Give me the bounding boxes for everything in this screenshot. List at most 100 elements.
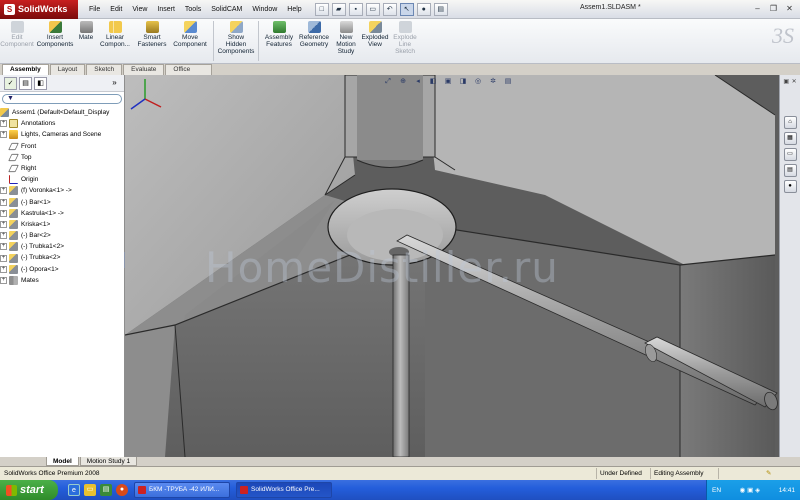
system-tray: EN ◉ ▣ ◈ 14:41 (706, 480, 800, 500)
undo-icon[interactable]: ↶ (382, 2, 397, 16)
tree-item-right-plane[interactable]: Right (0, 163, 124, 174)
hide-show-icon[interactable]: ◎ (472, 77, 484, 87)
task-pane-close-icon[interactable]: ✕ (792, 78, 797, 85)
tree-item-opora[interactable]: + (-) Opora<1> (0, 264, 124, 275)
save-icon[interactable]: ▪ (348, 2, 363, 16)
expand-icon[interactable]: + (0, 243, 7, 251)
tray-icons[interactable]: ◉ ▣ ◈ (740, 486, 760, 494)
tree-item-origin[interactable]: Origin (0, 174, 124, 185)
tab-sketch[interactable]: Sketch (86, 64, 123, 75)
start-button[interactable]: start (0, 480, 58, 500)
view-palette-icon[interactable]: ▤ (783, 164, 797, 177)
menu-insert[interactable]: Insert (152, 6, 180, 13)
appearance-icon[interactable]: ✲ (487, 77, 499, 87)
property-manager-tab-icon[interactable]: ▤ (19, 76, 32, 90)
tab-motion-study[interactable]: Motion Study 1 (79, 457, 138, 466)
tree-item-bar-1[interactable]: + (-) Bar<1> (0, 197, 124, 208)
tab-office-products[interactable]: Office Products (165, 64, 212, 83)
expand-icon[interactable]: + (0, 220, 7, 228)
expand-icon[interactable]: + (0, 187, 7, 195)
tab-evaluate[interactable]: Evaluate (123, 64, 165, 75)
solidworks-resources-icon[interactable]: ⌂ (783, 116, 797, 129)
part-icon (9, 186, 18, 196)
graphics-viewport[interactable]: HomeDistiller.ru ⤢ ⊕ ◂ ◧ ▣ ◨ ◎ ✲ ▤ ▣ ✕ ⌂… (125, 75, 800, 457)
smart-fasteners-button[interactable]: Smart Fasteners (134, 19, 170, 48)
show-hidden-components-button[interactable]: Show Hidden Components (217, 19, 255, 55)
tree-item-mates[interactable]: + Mates (0, 275, 124, 286)
media-icon[interactable]: ● (116, 484, 128, 496)
restore-icon[interactable]: ❐ (767, 3, 780, 15)
menu-view[interactable]: View (127, 6, 152, 13)
taskbar-button-bkm[interactable]: БКМ -ТРУБА -42 ИЛИ... (134, 482, 230, 498)
tab-model[interactable]: Model (46, 457, 79, 466)
new-document-icon[interactable]: □ (314, 2, 329, 16)
folder-icon[interactable]: ▭ (84, 484, 96, 496)
desktop-icon[interactable]: ▤ (100, 484, 112, 496)
new-motion-study-button[interactable]: New Motion Study (332, 19, 360, 55)
previous-view-icon[interactable]: ◂ (412, 77, 424, 87)
expand-icon[interactable]: + (0, 209, 7, 217)
explode-line-sketch-button[interactable]: Explode Line Sketch (390, 19, 420, 55)
assembly-features-button[interactable]: Assembly Features (262, 19, 296, 48)
tab-assembly[interactable]: Assembly (2, 64, 49, 75)
edit-component-button[interactable]: Edit Component (0, 19, 34, 48)
menu-solidcam[interactable]: SolidCAM (206, 6, 247, 13)
tree-item-trubka1[interactable]: + (-) Trubka1<2> (0, 241, 124, 252)
expand-icon[interactable]: + (0, 131, 7, 139)
expand-panel-icon[interactable]: » (108, 77, 121, 90)
move-component-button[interactable]: Move Component (170, 19, 210, 48)
reference-geometry-button[interactable]: Reference Geometry (296, 19, 332, 48)
tree-item-bar-2[interactable]: + (-) Bar<2> (0, 230, 124, 241)
print-icon[interactable]: ▭ (365, 2, 380, 16)
options-icon[interactable]: ▤ (433, 2, 448, 16)
tree-item-kriska[interactable]: + Kriska<1> (0, 219, 124, 230)
close-icon[interactable]: ✕ (783, 3, 796, 15)
rebuild-icon[interactable]: ● (416, 2, 431, 16)
rebuild-status-icon[interactable]: ✎ (766, 467, 771, 480)
menu-help[interactable]: Help (282, 6, 306, 13)
exploded-view-button[interactable]: Exploded View (360, 19, 390, 48)
zoom-to-fit-icon[interactable]: ⤢ (382, 77, 394, 87)
menu-edit[interactable]: Edit (105, 6, 127, 13)
scene-icon[interactable]: ▤ (502, 77, 514, 87)
tab-layout[interactable]: Layout (49, 64, 86, 75)
menu-window[interactable]: Window (247, 6, 282, 13)
insert-components-button[interactable]: Insert Components (34, 19, 76, 48)
display-style-icon[interactable]: ◨ (457, 77, 469, 87)
open-icon[interactable]: ▰ (331, 2, 346, 16)
expand-icon[interactable]: + (0, 120, 7, 128)
expand-icon[interactable]: + (0, 265, 7, 273)
linear-component-pattern-button[interactable]: Linear Compon... (96, 19, 134, 48)
menu-file[interactable]: File (84, 6, 105, 13)
tree-item-annotations[interactable]: + Annotations (0, 118, 124, 129)
expand-icon[interactable]: + (0, 254, 7, 262)
pin-icon[interactable]: ▣ (783, 78, 789, 85)
tree-item-front-plane[interactable]: Front (0, 141, 124, 152)
section-view-icon[interactable]: ◧ (427, 77, 439, 87)
mate-button[interactable]: Mate (76, 19, 96, 41)
tree-item-trubka[interactable]: + (-) Trubka<2> (0, 252, 124, 263)
file-explorer-icon[interactable]: ▭ (783, 148, 797, 161)
expand-icon[interactable]: + (0, 232, 7, 240)
zoom-area-icon[interactable]: ⊕ (397, 77, 409, 87)
design-library-icon[interactable]: ▦ (783, 132, 797, 145)
configuration-manager-tab-icon[interactable]: ◧ (34, 76, 47, 90)
expand-icon[interactable]: + (0, 198, 7, 206)
select-pointer-icon[interactable]: ↖ (399, 2, 414, 16)
expand-icon[interactable]: + (0, 276, 7, 284)
menu-tools[interactable]: Tools (180, 6, 206, 13)
appearances-icon[interactable]: ● (783, 180, 797, 193)
ie-icon[interactable]: e (68, 484, 80, 496)
solidworks-logo[interactable]: S SolidWorks (0, 0, 78, 19)
tree-filter-field[interactable]: ▼ (2, 94, 122, 104)
minimize-icon[interactable]: – (751, 3, 764, 15)
tree-item-top-plane[interactable]: Top (0, 152, 124, 163)
tree-item-kastrula[interactable]: + Kastrula<1> -> (0, 208, 124, 219)
view-orientation-icon[interactable]: ▣ (442, 77, 454, 87)
tree-item-lights[interactable]: + Lights, Cameras and Scene (0, 129, 124, 140)
feature-manager-tab-icon[interactable]: ✓ (4, 76, 17, 90)
tree-item-voronka[interactable]: + (f) Voronka<1> -> (0, 185, 124, 196)
tree-root[interactable]: Assem1 (Default<Default_Display (0, 107, 124, 118)
language-indicator[interactable]: EN (712, 487, 721, 494)
taskbar-button-solidworks[interactable]: SolidWorks Office Pre... (236, 482, 332, 498)
